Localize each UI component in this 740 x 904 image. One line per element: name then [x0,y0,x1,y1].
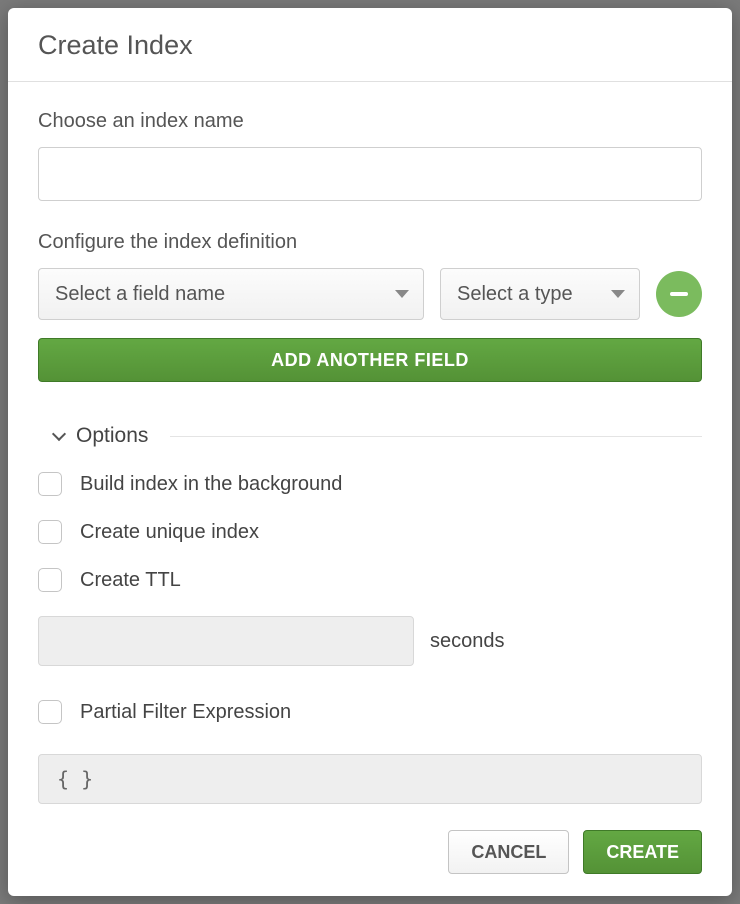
ttl-unit-label: seconds [430,630,505,653]
partial-filter-checkbox[interactable] [38,700,62,724]
unique-option-row: Create unique index [38,520,702,544]
partial-filter-input[interactable] [38,754,702,804]
partial-filter-row: Partial Filter Expression [38,700,702,724]
field-row: Select a field name Select a type [38,268,702,320]
chevron-down-icon [611,290,625,298]
chevron-down-icon [52,427,66,441]
ttl-input-row: seconds [38,616,702,666]
index-name-label: Choose an index name [38,110,702,133]
create-index-modal: Create Index Choose an index name Config… [8,8,732,896]
background-label: Build index in the background [80,473,342,496]
options-toggle[interactable]: Options [38,424,702,448]
divider [170,436,702,437]
cancel-button[interactable]: CANCEL [448,830,569,874]
unique-checkbox[interactable] [38,520,62,544]
index-definition-section: Configure the index definition Select a … [38,231,702,382]
minus-icon [670,292,688,296]
background-option-row: Build index in the background [38,472,702,496]
ttl-label: Create TTL [80,569,181,592]
definition-label: Configure the index definition [38,231,702,254]
ttl-seconds-input[interactable] [38,616,414,666]
field-type-select[interactable]: Select a type [440,268,640,320]
chevron-down-icon [395,290,409,298]
add-another-field-button[interactable]: ADD ANOTHER FIELD [38,338,702,382]
field-type-placeholder: Select a type [457,283,573,305]
ttl-option-row: Create TTL [38,568,702,592]
modal-footer: CANCEL CREATE [8,816,732,896]
ttl-checkbox[interactable] [38,568,62,592]
modal-title: Create Index [38,30,702,61]
field-name-placeholder: Select a field name [55,283,225,305]
modal-header: Create Index [8,8,732,82]
index-name-section: Choose an index name [38,110,702,201]
index-name-input[interactable] [38,147,702,201]
partial-filter-label: Partial Filter Expression [80,701,291,724]
remove-field-button[interactable] [656,271,702,317]
background-checkbox[interactable] [38,472,62,496]
unique-label: Create unique index [80,521,259,544]
options-header-label: Options [76,424,148,448]
create-button[interactable]: CREATE [583,830,702,874]
modal-body: Choose an index name Configure the index… [8,82,732,816]
field-name-select[interactable]: Select a field name [38,268,424,320]
